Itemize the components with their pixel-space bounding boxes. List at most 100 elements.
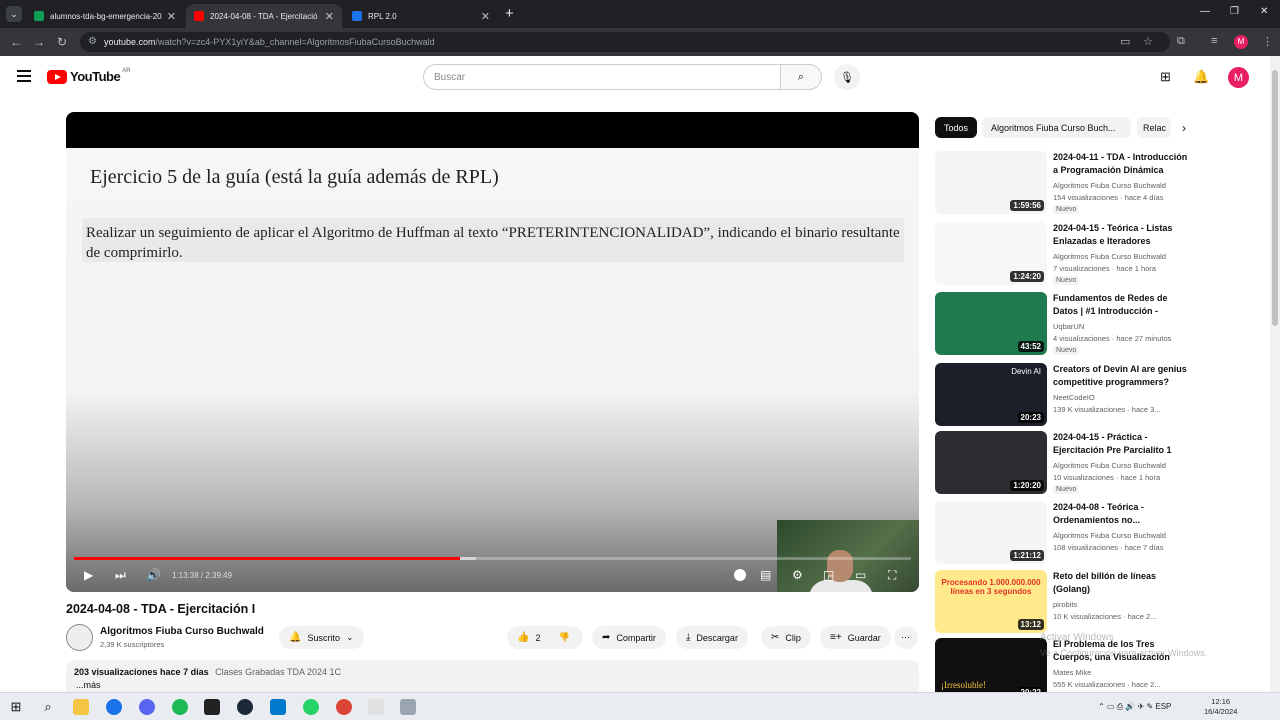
more-actions-button[interactable]: ⋯ xyxy=(894,626,918,649)
subtitles-icon[interactable]: ▤ xyxy=(760,568,771,582)
recommendation-thumbnail[interactable]: 1:20:20 xyxy=(935,431,1047,494)
recommendation-item[interactable]: Procesando 1.000.000.000 líneas en 3 seg… xyxy=(935,570,1190,634)
youtube-logo[interactable]: YouTube AR xyxy=(47,68,131,84)
recommendation-thumbnail[interactable]: 1:24:20 xyxy=(935,222,1047,285)
recommendation-title[interactable]: Fundamentos de Redes de Datos | #1 Intro… xyxy=(1053,292,1190,318)
bookmark-star-icon[interactable]: ☆ xyxy=(1143,35,1153,48)
chevron-right-icon[interactable]: › xyxy=(1182,121,1186,135)
download-button[interactable]: ⤓ Descargar xyxy=(676,626,748,649)
recommendation-item[interactable]: 1:21:12 2024-04-08 - Teórica - Ordenamien… xyxy=(935,501,1190,565)
recommendation-item[interactable]: 1:20:20 2024-04-15 - Práctica - Ejercitac… xyxy=(935,431,1190,495)
voice-search-button[interactable]: 🎙 xyxy=(834,64,860,90)
vscode-icon[interactable] xyxy=(270,699,286,715)
recommendation-channel[interactable]: Algoritmos Fiuba Curso Buchwald xyxy=(1053,252,1166,261)
new-tab-button[interactable]: + xyxy=(505,5,514,22)
create-icon[interactable]: ⊞ xyxy=(1160,69,1171,85)
address-bar[interactable]: youtube.com/watch?v=zc4-PYX1yiY&ab_chann… xyxy=(80,32,1170,52)
volume-icon[interactable]: 🔊 xyxy=(146,568,161,582)
browser-tab-youtube[interactable]: 2024-04-08 - TDA - Ejercitació ✕ xyxy=(186,4,342,28)
chip-channel[interactable]: Algoritmos Fiuba Curso Buch... xyxy=(982,117,1131,138)
chrome-profile-icon[interactable] xyxy=(336,699,352,715)
recommendation-thumbnail[interactable]: 43:52 xyxy=(935,292,1047,355)
close-tab-icon[interactable]: ✕ xyxy=(325,10,334,23)
browser-tab-sheets[interactable]: alumnos-tda-bg-emergencia-20 ✕ xyxy=(26,4,184,28)
fullscreen-icon[interactable]: ⛶ xyxy=(888,568,896,583)
close-tab-icon[interactable]: ✕ xyxy=(167,10,176,23)
spotify-icon[interactable] xyxy=(172,699,188,715)
recommendation-channel[interactable]: NeetCodeIO xyxy=(1053,393,1095,402)
menu-icon[interactable] xyxy=(17,70,31,85)
slack-icon[interactable] xyxy=(368,699,384,715)
account-avatar[interactable]: M xyxy=(1228,67,1249,88)
share-button[interactable]: ➦ Compartir xyxy=(592,626,666,649)
extensions-icon[interactable]: ⧉ xyxy=(1177,35,1185,48)
video-player[interactable]: Ejercicio 5 de la guía (está la guía ade… xyxy=(66,112,919,592)
recommendation-item[interactable]: 1:24:20 2024-04-15 - Teórica - Listas Enl… xyxy=(935,222,1190,286)
cast-icon[interactable]: ▭ xyxy=(1120,35,1130,48)
chrome-menu-icon[interactable]: ⋮ xyxy=(1262,35,1273,48)
recommendation-title[interactable]: 2024-04-08 - Teórica - Ordenamientos no.… xyxy=(1053,501,1190,527)
recommendation-thumbnail[interactable]: Procesando 1.000.000.000 líneas en 3 seg… xyxy=(935,570,1047,633)
like-icon[interactable]: 👍 xyxy=(517,632,529,643)
reload-icon[interactable]: ↻ xyxy=(57,35,67,49)
subscribed-button[interactable]: 🔔 Suscrito ⌄ xyxy=(279,626,364,649)
scrollbar-thumb[interactable] xyxy=(1272,70,1278,326)
chip-all[interactable]: Todos xyxy=(935,117,978,138)
tab-search-button[interactable]: ⌄ xyxy=(6,6,22,22)
recommendation-channel[interactable]: Mates Mike xyxy=(1053,668,1091,677)
search-input[interactable]: Buscar xyxy=(423,64,781,90)
recommendation-title[interactable]: 2024-04-11 - TDA - Introducción a Progra… xyxy=(1053,151,1190,177)
reading-list-icon[interactable]: ≡ xyxy=(1211,35,1217,47)
steam-icon[interactable] xyxy=(237,699,253,715)
recommendation-item[interactable]: 1:59:56 2024-04-11 - TDA - Introducción a… xyxy=(935,151,1190,215)
browser-tab-rpl[interactable]: RPL 2.0 ✕ xyxy=(344,4,498,28)
close-window-icon[interactable]: ✕ xyxy=(1260,6,1268,17)
chip-related[interactable]: Relac xyxy=(1137,117,1171,138)
search-button[interactable]: ⌕ xyxy=(780,64,822,90)
description-more[interactable]: ...más xyxy=(76,680,911,690)
theater-mode-icon[interactable]: ▭ xyxy=(855,568,866,582)
profile-avatar[interactable]: M xyxy=(1234,35,1248,49)
recommendation-title[interactable]: 2024-04-15 - Práctica - Ejercitación Pre… xyxy=(1053,431,1190,457)
progress-bar[interactable] xyxy=(74,557,911,560)
recommendation-title[interactable]: Reto del billón de líneas (Golang) xyxy=(1053,570,1190,596)
recommendation-channel[interactable]: Algoritmos Fiuba Curso Buchwald xyxy=(1053,531,1166,540)
play-icon[interactable]: ▶ xyxy=(84,568,93,582)
recommendation-title[interactable]: 2024-04-15 - Teórica - Listas Enlazadas … xyxy=(1053,222,1190,248)
site-info-icon[interactable]: ⚙ xyxy=(88,36,97,47)
clip-button[interactable]: ✂ Clip xyxy=(761,626,811,649)
file-explorer-icon[interactable] xyxy=(73,699,89,715)
system-tray[interactable]: ⌃ ▭ ⎙ 🔊 ✈ ✎ ESP xyxy=(1098,702,1171,712)
search-icon[interactable]: ⌕ xyxy=(40,699,56,715)
chrome-icon[interactable] xyxy=(106,699,122,715)
notifications-bell-icon[interactable]: 🔔 xyxy=(1193,69,1209,85)
autoplay-toggle[interactable] xyxy=(723,569,746,581)
recommendation-channel[interactable]: Algoritmos Fiuba Curso Buchwald xyxy=(1053,181,1166,190)
forward-icon[interactable]: → xyxy=(33,35,45,49)
miniplayer-icon[interactable]: ◲ xyxy=(823,568,834,582)
recommendation-title[interactable]: Creators of Devin AI are genius competit… xyxy=(1053,363,1190,389)
channel-name[interactable]: Algoritmos Fiuba Curso Buchwald xyxy=(100,626,264,637)
channel-avatar[interactable] xyxy=(66,624,93,651)
recommendation-channel[interactable]: pirobits xyxy=(1053,600,1077,609)
discord-icon[interactable] xyxy=(139,699,155,715)
epic-games-icon[interactable] xyxy=(204,699,220,715)
recommendation-thumbnail[interactable]: Devin AI 20:23 xyxy=(935,363,1047,426)
app-window-icon[interactable] xyxy=(400,699,416,715)
recommendation-channel[interactable]: UqbarUN xyxy=(1053,322,1084,331)
description-tags[interactable]: Clases Grabadas TDA 2024 1C xyxy=(215,667,341,677)
recommendation-item[interactable]: Devin AI 20:23 Creators of Devin AI are ge… xyxy=(935,363,1190,427)
dislike-icon[interactable]: 👎 xyxy=(558,632,569,643)
next-icon[interactable]: ⏭ xyxy=(115,568,126,583)
settings-gear-icon[interactable]: ⚙ xyxy=(792,568,803,582)
windows-start-icon[interactable]: ⊞ xyxy=(8,699,24,715)
recommendation-thumbnail[interactable]: 1:59:56 xyxy=(935,151,1047,214)
save-button[interactable]: ≡+ Guardar xyxy=(820,626,891,649)
whatsapp-icon[interactable] xyxy=(303,699,319,715)
recommendation-item[interactable]: 43:52 Fundamentos de Redes de Datos | #1 … xyxy=(935,292,1190,356)
close-tab-icon[interactable]: ✕ xyxy=(481,10,490,23)
recommendation-channel[interactable]: Algoritmos Fiuba Curso Buchwald xyxy=(1053,461,1166,470)
minimize-icon[interactable]: — xyxy=(1200,6,1210,17)
restore-icon[interactable]: ❐ xyxy=(1230,6,1239,17)
back-icon[interactable]: ← xyxy=(10,35,22,49)
